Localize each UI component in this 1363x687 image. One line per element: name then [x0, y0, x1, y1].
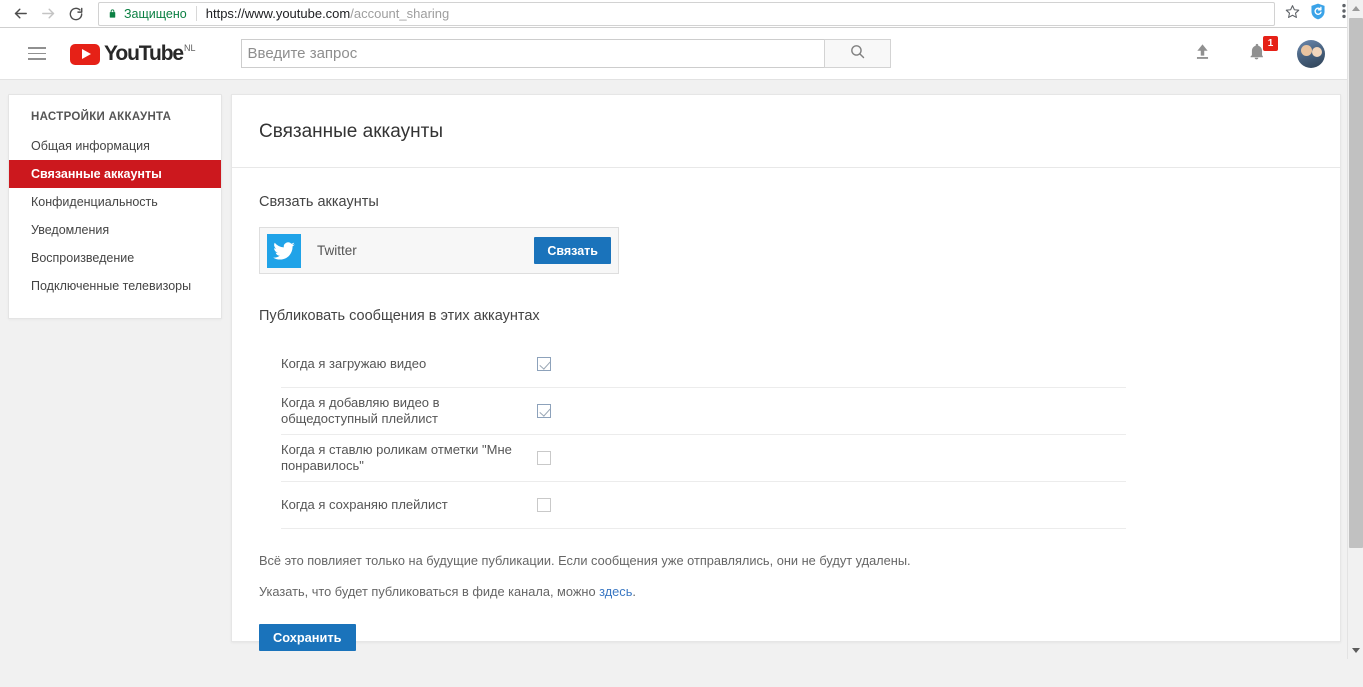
omnibox-divider	[195, 6, 197, 21]
extension-button[interactable]	[1305, 2, 1331, 26]
account-row-twitter: Twitter Связать	[259, 227, 619, 274]
address-bar[interactable]: Защищено https://www.youtube.com/account…	[98, 1, 1275, 26]
sidebar-item-general[interactable]: Общая информация	[9, 132, 221, 160]
settings-page: НАСТРОЙКИ АККАУНТА Общая информация Связ…	[0, 80, 1363, 687]
bookmark-button[interactable]	[1279, 2, 1305, 26]
star-icon	[1285, 4, 1300, 24]
option-row-add-to-playlist: Когда я добавляю видео в общедоступный п…	[281, 388, 1126, 435]
option-label: Когда я ставлю роликам отметки "Мне понр…	[281, 442, 512, 473]
note-text-before: Указать, что будет публиковаться в фиде …	[259, 584, 600, 599]
sidebar-item-notifications[interactable]: Уведомления	[9, 216, 221, 244]
browser-window: Защищено https://www.youtube.com/account…	[0, 0, 1363, 687]
reload-button[interactable]	[62, 2, 90, 26]
search-bar	[240, 39, 891, 68]
note-future-posts: Всё это повлияет только на будущие публи…	[259, 553, 911, 568]
option-row-upload-video: Когда я загружаю видео	[281, 341, 1126, 388]
url-host: https://www.youtube.com	[205, 6, 351, 21]
forward-arrow-icon	[40, 5, 57, 22]
shield-extension-icon	[1310, 3, 1326, 25]
youtube-masthead: YouTube NL Введите запрос 1	[0, 28, 1363, 80]
security-label: Защищено	[124, 6, 187, 21]
page-scrollbar[interactable]	[1347, 0, 1363, 659]
account-name-twitter: Twitter	[317, 243, 357, 258]
link-account-button[interactable]: Связать	[534, 237, 611, 264]
option-row-save-playlist: Когда я сохраняю плейлист	[281, 482, 1126, 529]
twitter-bird-icon	[267, 233, 301, 268]
youtube-country-code: NL	[184, 42, 196, 53]
sidebar-item-connected-tvs[interactable]: Подключенные телевизоры	[9, 272, 221, 300]
url-text: https://www.youtube.com/account_sharing	[206, 6, 450, 21]
masthead-actions: 1	[1189, 35, 1325, 68]
upload-button[interactable]	[1189, 41, 1215, 67]
youtube-play-icon	[70, 43, 100, 65]
back-arrow-icon	[12, 5, 29, 22]
notification-badge: 1	[1263, 35, 1278, 51]
note-channel-feed: Указать, что будет публиковаться в фиде …	[259, 584, 1313, 599]
notifications-button[interactable]: 1	[1243, 35, 1278, 67]
lock-icon	[107, 7, 118, 20]
scrollbar-up-button[interactable]	[1348, 0, 1363, 17]
sidebar-item-privacy[interactable]: Конфиденциальность	[9, 188, 221, 216]
settings-sidebar: НАСТРОЙКИ АККАУНТА Общая информация Связ…	[8, 94, 222, 319]
forward-button[interactable]	[34, 2, 62, 26]
youtube-logo-text: YouTube	[104, 41, 184, 65]
option-label: Когда я загружаю видео	[281, 356, 427, 371]
sidebar-item-playback[interactable]: Воспроизведение	[9, 244, 221, 272]
reload-icon	[68, 6, 84, 22]
option-row-like-video: Когда я ставлю роликам отметки "Мне понр…	[281, 435, 1126, 482]
option-label: Когда я добавляю видео в общедоступный п…	[281, 395, 440, 426]
note-text-after: .	[632, 584, 636, 599]
hamburger-menu-icon[interactable]	[28, 43, 50, 65]
search-icon	[849, 43, 866, 65]
youtube-logo[interactable]: YouTube NL	[70, 42, 196, 66]
sidebar-item-connected-accounts[interactable]: Связанные аккаунты	[9, 160, 221, 188]
option-checkbox-like-video[interactable]	[537, 451, 551, 465]
upload-icon	[1193, 42, 1212, 66]
search-input[interactable]	[240, 39, 824, 68]
option-checkbox-save-playlist[interactable]	[537, 498, 551, 512]
page-title: Связанные аккаунты	[259, 121, 443, 142]
option-checkbox-upload-video[interactable]	[537, 357, 551, 371]
publish-options-heading: Публиковать сообщения в этих аккаунтах	[259, 308, 540, 324]
chevron-down-icon	[1352, 648, 1360, 653]
sidebar-heading: НАСТРОЙКИ АККАУНТА	[31, 111, 172, 123]
save-button[interactable]: Сохранить	[259, 624, 356, 651]
settings-content: Связанные аккаунты Связать аккаунты Twit…	[231, 94, 1341, 651]
avatar[interactable]	[1297, 39, 1325, 68]
publish-options-list: Когда я загружаю видео Когда я добавляю …	[281, 341, 1126, 529]
browser-toolbar: Защищено https://www.youtube.com/account…	[0, 0, 1363, 28]
channel-feed-link[interactable]: здесь	[599, 584, 632, 599]
toolbar-actions	[1279, 2, 1357, 26]
chevron-up-icon	[1352, 6, 1360, 11]
content-header: Связанные аккаунты	[232, 95, 1340, 168]
scrollbar-thumb[interactable]	[1349, 18, 1363, 548]
url-path: /account_sharing	[350, 6, 450, 21]
option-label: Когда я сохраняю плейлист	[281, 497, 448, 512]
back-button[interactable]	[6, 2, 34, 26]
option-checkbox-add-to-playlist[interactable]	[537, 404, 551, 418]
search-button[interactable]	[823, 39, 891, 68]
three-dot-menu-icon	[1342, 3, 1346, 24]
link-accounts-heading: Связать аккаунты	[259, 194, 379, 210]
scrollbar-down-button[interactable]	[1348, 642, 1363, 659]
content-body: Связать аккаунты Twitter Связать Публико…	[232, 168, 1340, 651]
